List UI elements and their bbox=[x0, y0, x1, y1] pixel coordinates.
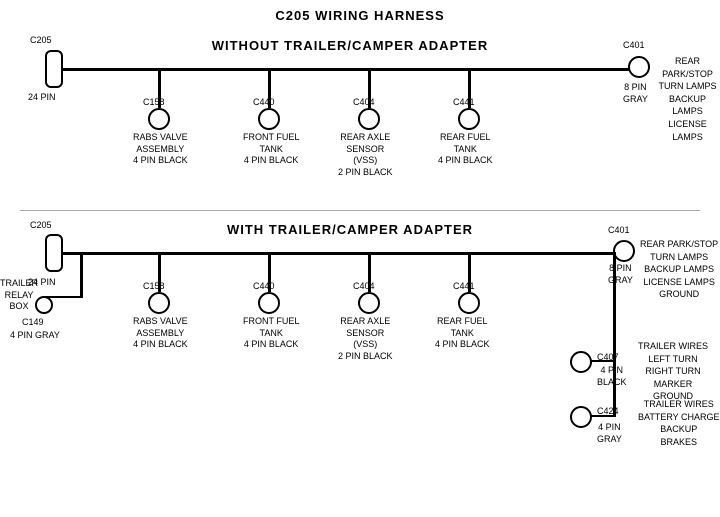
s2-c401-desc-label: REAR PARK/STOPTURN LAMPSBACKUP LAMPSLICE… bbox=[640, 238, 718, 301]
s1-c401-pin-label: 8 PINGRAY bbox=[623, 82, 648, 105]
s2-c440-connector bbox=[258, 292, 280, 314]
s1-c401-desc-label: REAR PARK/STOPTURN LAMPSBACKUP LAMPSLICE… bbox=[655, 55, 720, 143]
diagram-container: C205 WIRING HARNESS WITHOUT TRAILER/CAMP… bbox=[0, 0, 720, 500]
s2-c158-desc: RABS VALVEASSEMBLY4 PIN BLACK bbox=[133, 316, 188, 351]
s1-c441-id: C441 bbox=[453, 97, 475, 109]
s2-trailer-relay-label: TRAILERRELAYBOX bbox=[0, 278, 38, 313]
s2-right-vline bbox=[613, 252, 616, 417]
page-title: C205 WIRING HARNESS bbox=[0, 0, 720, 23]
divider bbox=[20, 210, 700, 211]
s1-c401-connector bbox=[628, 56, 650, 78]
s2-main-line bbox=[60, 252, 628, 255]
s1-main-line bbox=[60, 68, 645, 71]
s1-c158-desc: RABS VALVEASSEMBLY4 PIN BLACK bbox=[133, 132, 188, 167]
s1-c158-id: C158 bbox=[143, 97, 165, 109]
section2-label: WITH TRAILER/CAMPER ADAPTER bbox=[100, 222, 600, 237]
s2-c401-id-label: C401 bbox=[608, 225, 630, 237]
s1-c205-connector bbox=[45, 50, 63, 88]
s1-c440-connector bbox=[258, 108, 280, 130]
s1-c441-connector bbox=[458, 108, 480, 130]
s2-c424-pin: 4 PINGRAY bbox=[597, 422, 622, 445]
s1-c440-desc: FRONT FUELTANK4 PIN BLACK bbox=[243, 132, 299, 167]
s2-c407-id: C407 bbox=[597, 352, 619, 364]
s1-c401-id-label: C401 bbox=[623, 40, 645, 52]
s1-c404-id: C404 bbox=[353, 97, 375, 109]
s2-c205-connector bbox=[45, 234, 63, 272]
s2-c158-id: C158 bbox=[143, 281, 165, 293]
s1-c205-pin-label: 24 PIN bbox=[28, 92, 56, 104]
s2-c424-connector bbox=[570, 406, 592, 428]
s1-c158-connector bbox=[148, 108, 170, 130]
s2-c440-desc: FRONT FUELTANK4 PIN BLACK bbox=[243, 316, 299, 351]
s2-c401-connector bbox=[613, 240, 635, 262]
s2-trailer-vline bbox=[80, 252, 83, 297]
section1-label: WITHOUT TRAILER/CAMPER ADAPTER bbox=[100, 38, 600, 53]
s2-trailer-hline bbox=[45, 296, 83, 298]
s2-c149-connector bbox=[35, 296, 53, 314]
s2-c404-desc: REAR AXLESENSOR(VSS)2 PIN BLACK bbox=[338, 316, 393, 363]
s2-c441-id: C441 bbox=[453, 281, 475, 293]
s2-c205-id-label: C205 bbox=[30, 220, 52, 232]
s2-c407-pin: 4 PINBLACK bbox=[597, 365, 627, 388]
s1-c440-id: C440 bbox=[253, 97, 275, 109]
s2-c424-desc: TRAILER WIRESBATTERY CHARGEBACKUPBRAKES bbox=[638, 398, 720, 448]
s2-c407-desc: TRAILER WIRESLEFT TURNRIGHT TURNMARKERGR… bbox=[638, 340, 708, 403]
s2-c441-connector bbox=[458, 292, 480, 314]
s2-c404-connector bbox=[358, 292, 380, 314]
s2-c407-connector bbox=[570, 351, 592, 373]
s1-c205-id-label: C205 bbox=[30, 35, 52, 47]
s2-c149-pin: 4 PIN GRAY bbox=[10, 330, 60, 342]
s2-c424-id: C424 bbox=[597, 406, 619, 418]
s2-c149-id: C149 bbox=[22, 317, 44, 329]
s2-c440-id: C440 bbox=[253, 281, 275, 293]
s1-c404-connector bbox=[358, 108, 380, 130]
s1-c441-desc: REAR FUELTANK4 PIN BLACK bbox=[438, 132, 493, 167]
s1-c404-desc: REAR AXLESENSOR(VSS)2 PIN BLACK bbox=[338, 132, 393, 179]
s2-c404-id: C404 bbox=[353, 281, 375, 293]
s2-c158-connector bbox=[148, 292, 170, 314]
s2-c401-pin-label: 8 PINGRAY bbox=[608, 263, 633, 286]
s2-c441-desc: REAR FUELTANK4 PIN BLACK bbox=[435, 316, 490, 351]
